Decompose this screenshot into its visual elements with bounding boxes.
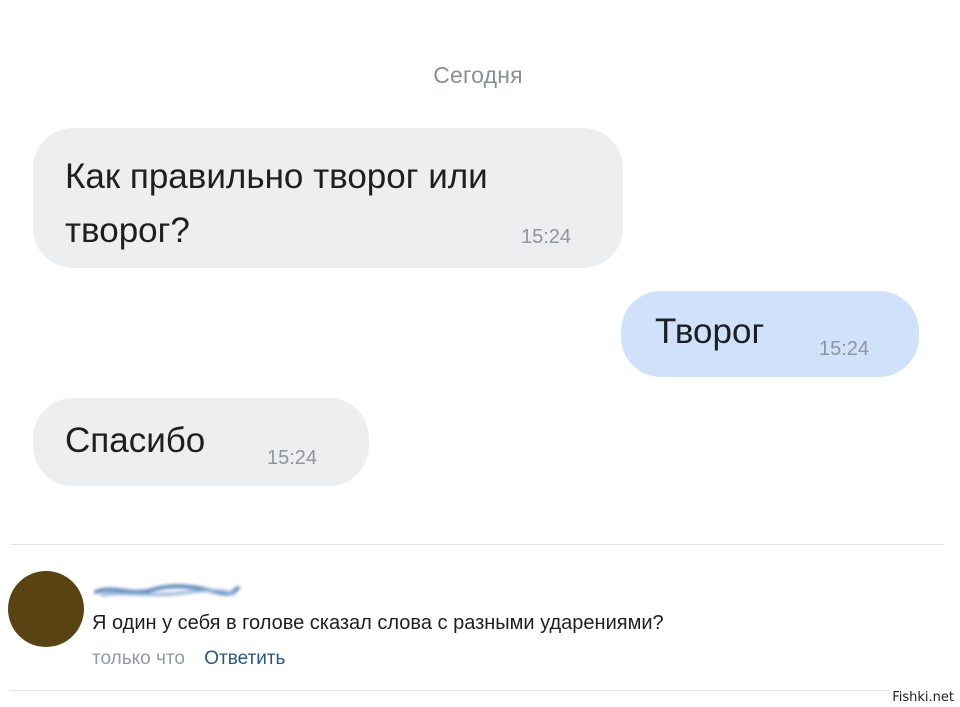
message-time: 15:24 — [521, 226, 572, 248]
message-text: Творог — [655, 312, 765, 351]
divider — [10, 690, 944, 691]
avatar[interactable] — [8, 571, 84, 647]
outgoing-message-bubble[interactable]: Творог 15:24 — [621, 291, 919, 377]
comment-meta: только что Ответить — [92, 648, 285, 670]
divider — [10, 544, 944, 545]
message-text-line: творог? — [65, 211, 190, 250]
incoming-message-bubble[interactable]: Как правильно творог или творог? 15:24 — [33, 128, 623, 268]
reply-link[interactable]: Ответить — [204, 648, 285, 669]
incoming-message-bubble[interactable]: Спасибо 15:24 — [33, 398, 369, 486]
message-text: Как правильно творог или творог? — [65, 150, 488, 258]
message-text: Спасибо — [65, 421, 206, 460]
message-time: 15:24 — [819, 338, 870, 360]
date-separator: Сегодня — [433, 62, 523, 88]
message-time: 15:24 — [267, 447, 318, 469]
author-name-blurred[interactable] — [92, 581, 242, 601]
comment-time: только что — [92, 648, 185, 669]
comment-text: Я один у себя в голове сказал слова с ра… — [92, 612, 664, 634]
message-text-line: Как правильно творог или — [65, 157, 488, 196]
watermark: Fishki.net — [890, 690, 956, 705]
